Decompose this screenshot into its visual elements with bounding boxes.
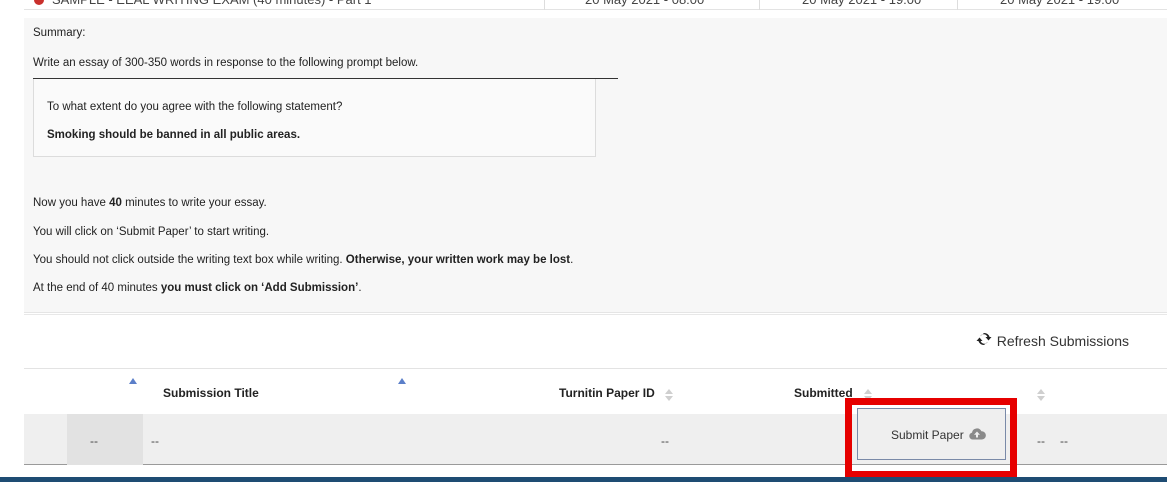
part-title: SAMPLE - EEAL WRITING EXAM (40 minutes) … xyxy=(52,0,372,10)
end-instruction-suffix: . xyxy=(358,282,362,294)
submit-paper-label: Submit Paper xyxy=(891,428,964,442)
row-cell-title: -- xyxy=(151,434,159,448)
sort-asc-icon[interactable] xyxy=(129,378,137,384)
post-date: 20 May 2021 - 19:00 xyxy=(1000,0,1119,10)
sort-icon[interactable] xyxy=(665,389,673,401)
row-cell-paper-id: -- xyxy=(661,434,669,448)
time-limit-suffix: minutes to write your essay. xyxy=(121,197,267,209)
row-cell-index: -- xyxy=(90,434,98,448)
prompt-statement: Smoking should be banned in all public a… xyxy=(47,129,301,141)
column-header-turnitin-paper-id[interactable]: Turnitin Paper ID xyxy=(559,386,655,400)
time-limit-line: Now you have 40 minutes to write your es… xyxy=(33,197,267,209)
submit-paper-highlight: Submit Paper xyxy=(845,398,1017,478)
submit-paper-instruction: You will click on ‘Submit Paper’ to star… xyxy=(33,226,270,238)
submit-paper-button[interactable]: Submit Paper xyxy=(891,427,986,443)
refresh-submissions-button[interactable]: Refresh Submissions xyxy=(975,331,1129,350)
summary-instruction: Write an essay of 300-350 words in respo… xyxy=(33,57,419,69)
cloud-upload-icon xyxy=(968,427,986,443)
column-header-submission-title[interactable]: Submission Title xyxy=(163,386,259,400)
due-date: 20 May 2021 - 19:00 xyxy=(802,0,921,10)
row-cell-extra-2: -- xyxy=(1060,434,1068,448)
column-header-submitted[interactable]: Submitted xyxy=(794,386,853,400)
end-instruction-bold: you must click on ‘Add Submission’ xyxy=(160,282,359,294)
start-date: 20 May 2021 - 08:00 xyxy=(585,0,704,10)
refresh-submissions-label: Refresh Submissions xyxy=(996,332,1129,349)
essay-prompt-box: To what extent do you agree with the fol… xyxy=(33,79,596,157)
sort-icon[interactable] xyxy=(1037,389,1045,401)
status-dot xyxy=(34,0,44,5)
assignment-summary-panel: Summary: Write an essay of 300-350 words… xyxy=(24,18,1167,313)
prompt-question: To what extent do you agree with the fol… xyxy=(47,101,343,113)
time-limit-value: 40 xyxy=(109,197,122,209)
warning-suffix: . xyxy=(570,254,574,266)
assignment-part-row: SAMPLE - EEAL WRITING EXAM (40 minutes) … xyxy=(24,0,1167,10)
submissions-toolbar: Refresh Submissions xyxy=(24,314,1167,366)
row-cell-extra-1: -- xyxy=(1037,434,1045,448)
end-instruction-line: At the end of 40 minutes you must click … xyxy=(33,282,362,294)
time-limit-prefix: Now you have xyxy=(33,197,110,209)
warning-bold: Otherwise, your written work may be lost xyxy=(345,254,571,266)
sort-asc-icon[interactable] xyxy=(398,378,406,384)
footer-bar xyxy=(0,477,1167,482)
column-divider xyxy=(759,0,760,10)
summary-heading: Summary: xyxy=(33,27,86,39)
refresh-icon xyxy=(975,331,993,350)
submit-paper-cell: Submit Paper xyxy=(857,408,1006,460)
column-divider xyxy=(544,0,545,10)
column-divider xyxy=(957,0,958,10)
warning-line: You should not click outside the writing… xyxy=(33,254,573,266)
end-instruction-prefix: At the end of 40 minutes xyxy=(33,282,161,294)
warning-prefix: You should not click outside the writing… xyxy=(33,254,346,266)
row-cell-background xyxy=(67,414,143,465)
